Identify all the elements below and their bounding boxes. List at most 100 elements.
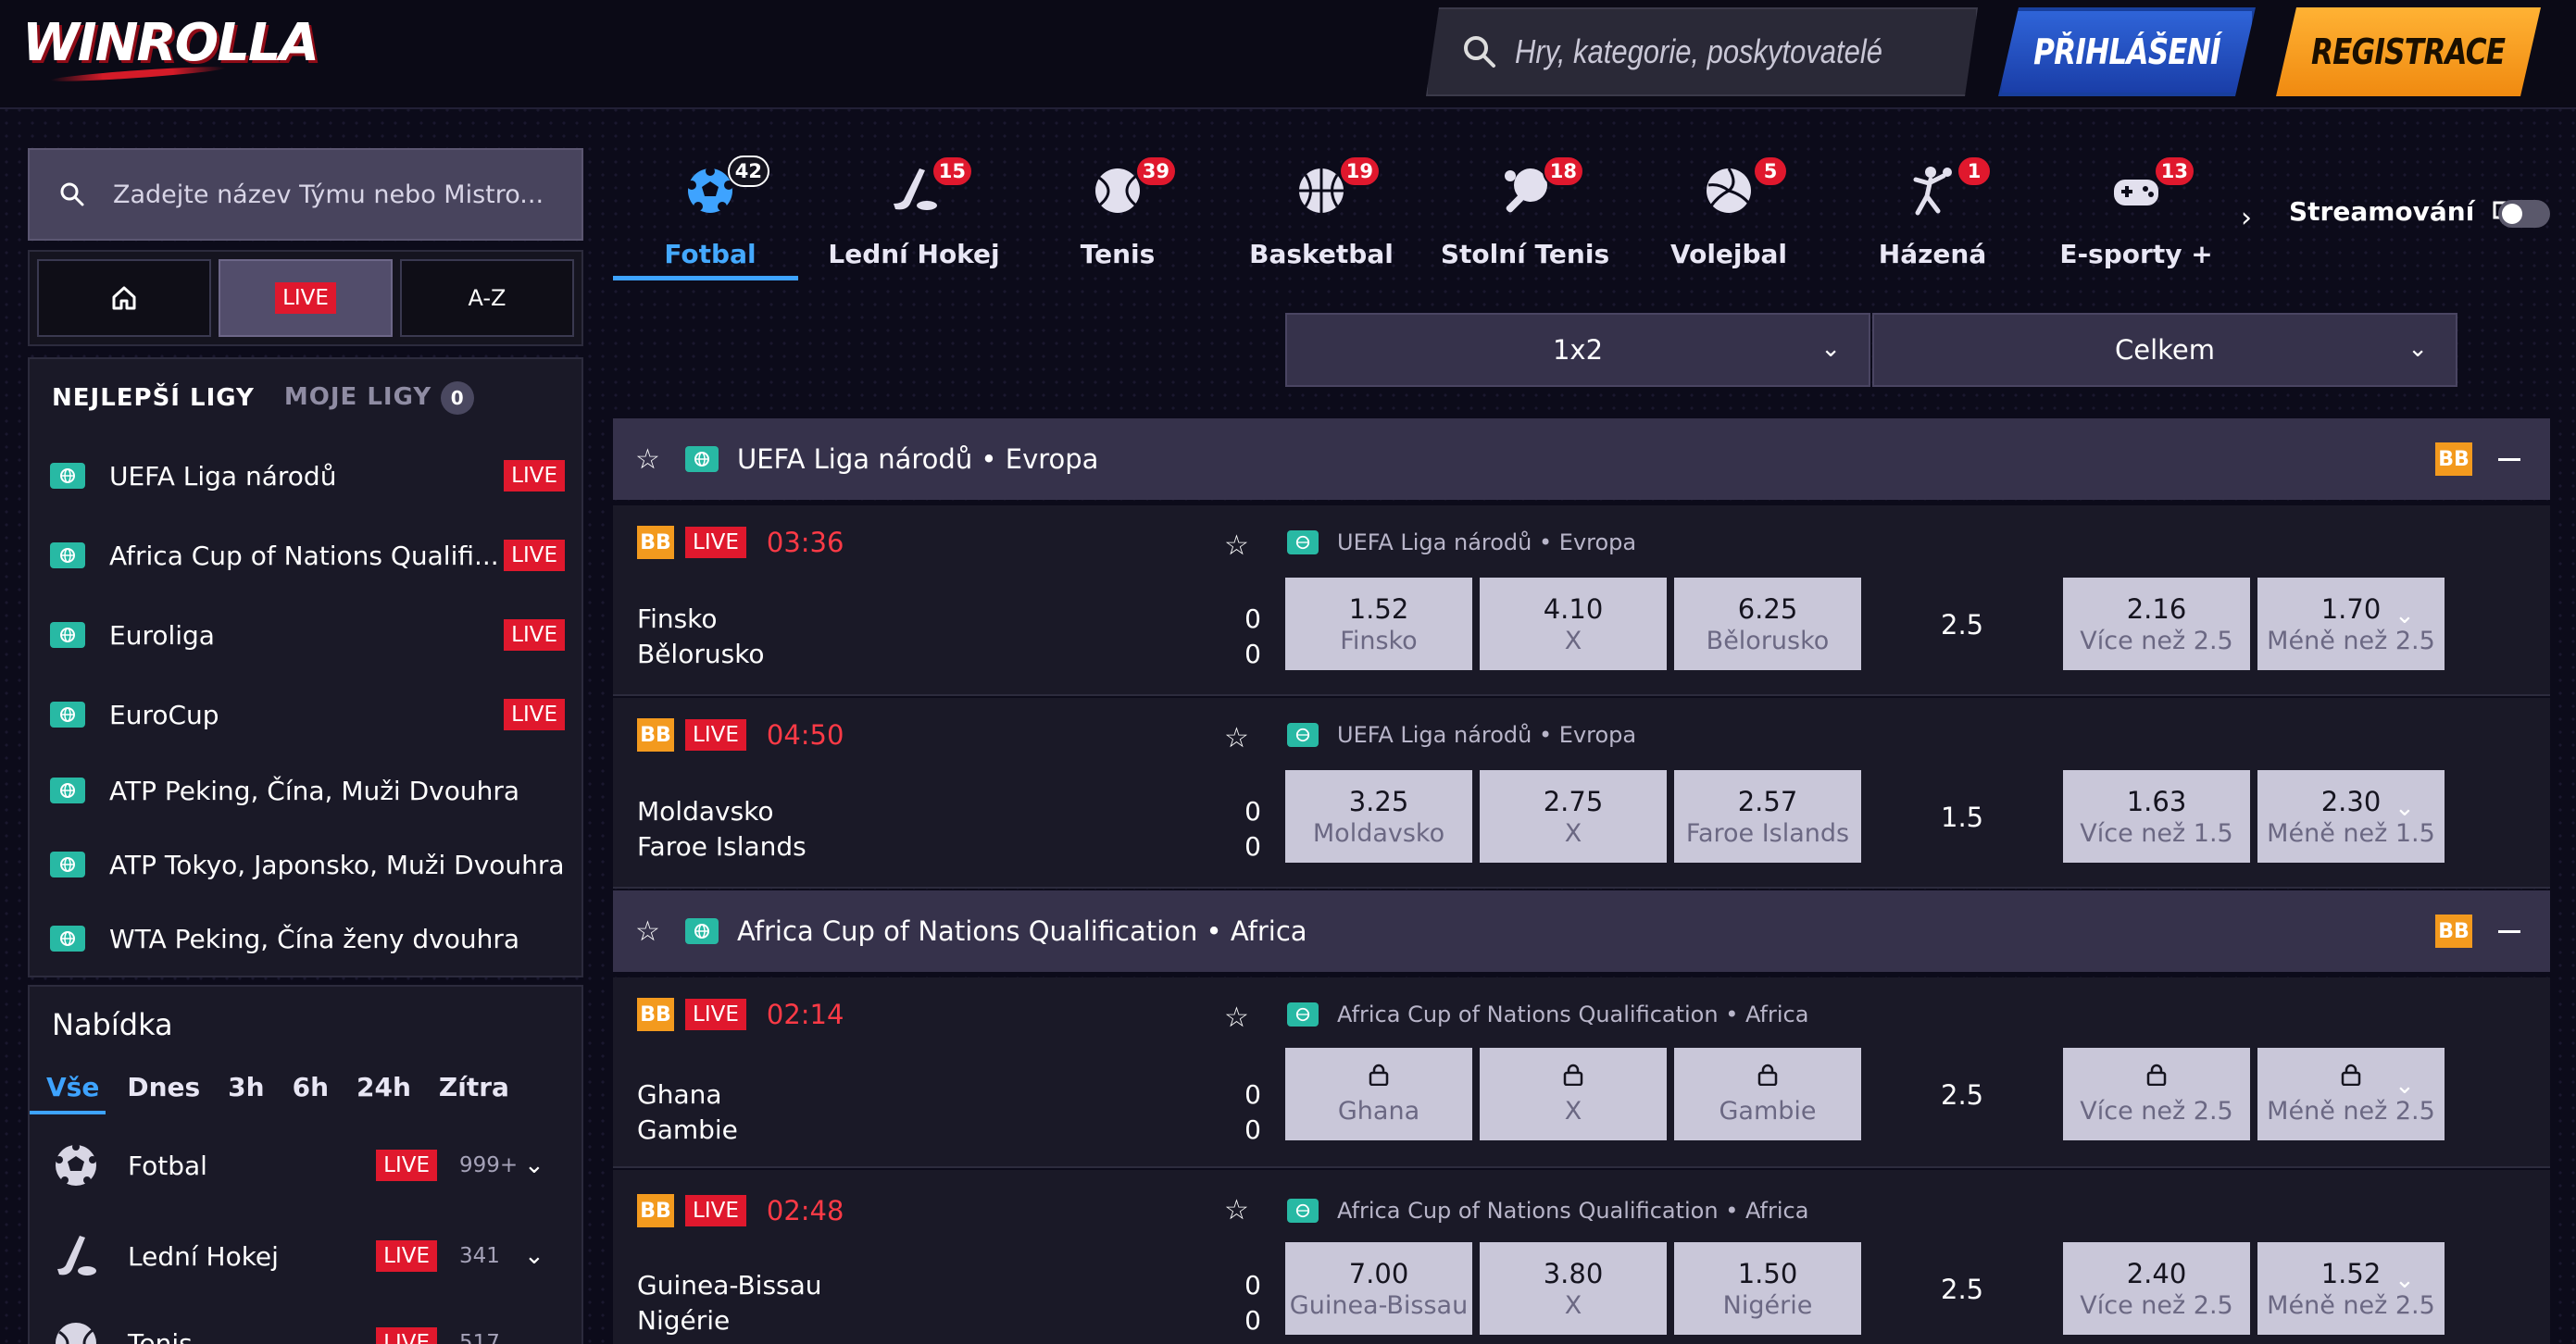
home-team[interactable]: Guinea-Bissau	[637, 1270, 822, 1300]
login-button[interactable]: PŘIHLÁŠENÍ	[1998, 7, 2256, 96]
filter-3h[interactable]: 3h	[228, 1072, 264, 1102]
sport-tab-volleyball[interactable]: 5 Volejbal	[1632, 144, 1826, 283]
star-icon[interactable]: ☆	[1224, 722, 1249, 754]
streaming-toggle[interactable]	[2498, 200, 2550, 228]
odds-button-home[interactable]: 3.25 Moldavsko	[1285, 770, 1472, 863]
away-team[interactable]: Gambie	[637, 1114, 738, 1145]
tab-my-leagues[interactable]: MOJE LIGY 0	[284, 381, 475, 415]
filter-6h[interactable]: 6h	[293, 1072, 329, 1102]
star-icon[interactable]: ☆	[635, 915, 665, 948]
odds-button-under[interactable]: 2.30 Méně než 1.5	[2257, 770, 2445, 863]
away-team[interactable]: Faroe Islands	[637, 831, 807, 862]
tab-top-leagues[interactable]: NEJLEPŠÍ LIGY	[52, 384, 255, 412]
odds-button-under-locked[interactable]: Méně než 2.5	[2257, 1048, 2445, 1140]
odds-button-draw[interactable]: 3.80 X	[1480, 1242, 1667, 1335]
odds-button-draw[interactable]: 4.10 X	[1480, 578, 1667, 670]
home-tab[interactable]	[37, 259, 211, 337]
sport-menu-item-football[interactable]: Fotbal LIVE 999+ ⌄	[30, 1124, 585, 1207]
chevron-down-icon[interactable]: ⌄	[2395, 794, 2415, 822]
home-team[interactable]: Finsko	[637, 604, 718, 634]
sport-tab-football[interactable]: 42 Fotbal	[613, 144, 807, 283]
odds-button-under[interactable]: 1.70 Méně než 2.5	[2257, 578, 2445, 670]
live-badge: LIVE	[685, 527, 746, 558]
chevron-down-icon[interactable]: ⌄	[2395, 1266, 2415, 1294]
odds-button-away-locked[interactable]: Gambie	[1674, 1048, 1861, 1140]
total-line: 2.5	[1941, 1274, 1984, 1305]
register-button[interactable]: REGISTRACE	[2276, 7, 2541, 96]
collapse-icon[interactable]	[2498, 929, 2520, 933]
odds-button-home[interactable]: 1.52 Finsko	[1285, 578, 1472, 670]
home-team[interactable]: Ghana	[637, 1079, 722, 1110]
live-tab[interactable]: LIVE	[219, 259, 393, 337]
chevron-down-icon: ⌄	[524, 1242, 544, 1270]
event-count: 999+	[459, 1153, 519, 1177]
away-team[interactable]: Nigérie	[637, 1305, 730, 1336]
odds-button-draw[interactable]: 2.75 X	[1480, 770, 1667, 863]
live-count-badge: 13	[2153, 156, 2195, 187]
globe-icon	[685, 446, 719, 472]
games-search-input[interactable]: Hry, kategorie, poskytovatelé	[1426, 7, 1978, 96]
league-header[interactable]: ☆ UEFA Liga národů • Evropa BB	[613, 418, 2550, 500]
sport-menu-item-tennis[interactable]: Tenis LIVE 517 ⌄	[30, 1301, 585, 1344]
sport-tab-esports[interactable]: 13 E-sporty +	[2039, 144, 2233, 283]
odds-button-draw-locked[interactable]: X	[1480, 1048, 1667, 1140]
sidebar-league-item[interactable]: EuroCup LIVE	[50, 687, 565, 742]
star-icon[interactable]: ☆	[1224, 1002, 1249, 1034]
sidebar-league-item[interactable]: Euroliga LIVE	[50, 607, 565, 663]
sidebar-league-item[interactable]: ATP Peking, Čína, Muži Dvouhra	[50, 763, 565, 818]
streaming-toggle-label: Streamování	[2289, 196, 2520, 227]
live-badge: LIVE	[376, 1327, 437, 1344]
odds-button-over[interactable]: 2.16 Více než 2.5	[2063, 578, 2250, 670]
away-team[interactable]: Bělorusko	[637, 639, 765, 669]
filter-all[interactable]: Vše	[46, 1072, 99, 1102]
odds-button-over-locked[interactable]: Více než 2.5	[2063, 1048, 2250, 1140]
odds-button-over[interactable]: 2.40 Více než 2.5	[2063, 1242, 2250, 1335]
sport-menu-item-hockey[interactable]: Lední Hokej LIVE 341 ⌄	[30, 1214, 585, 1298]
chevron-down-icon: ⌄	[524, 1151, 544, 1179]
live-count-badge: 39	[1134, 156, 1177, 187]
star-icon[interactable]: ☆	[1224, 1194, 1249, 1226]
sidebar-league-item[interactable]: UEFA Liga národů LIVE	[50, 448, 565, 504]
home-score: 0	[1244, 604, 1261, 634]
filter-tomorrow[interactable]: Zítra	[439, 1072, 509, 1102]
active-tab-underline	[613, 276, 798, 280]
odds-button-under[interactable]: 1.52 Méně než 2.5	[2257, 1242, 2445, 1335]
chevron-right-icon[interactable]: ›	[2241, 202, 2252, 234]
sidebar-league-item[interactable]: WTA Peking, Čína ženy dvouhra	[50, 911, 565, 966]
sport-tab-hockey[interactable]: 15 Lední Hokej	[817, 144, 1011, 283]
odds-button-away[interactable]: 2.57 Faroe Islands	[1674, 770, 1861, 863]
odds-button-away[interactable]: 1.50 Nigérie	[1674, 1242, 1861, 1335]
match-time: 02:48	[766, 1195, 844, 1226]
filter-today[interactable]: Dnes	[127, 1072, 200, 1102]
az-tab[interactable]: A-Z	[400, 259, 574, 337]
odds-button-over[interactable]: 1.63 Více než 1.5	[2063, 770, 2250, 863]
filter-24h[interactable]: 24h	[356, 1072, 411, 1102]
globe-icon	[1287, 723, 1319, 747]
globe-icon	[1287, 1199, 1319, 1223]
logo[interactable]: WINROLLA	[22, 13, 319, 96]
sport-tab-basketball[interactable]: 19 Basketbal	[1224, 144, 1419, 283]
globe-icon	[50, 542, 85, 568]
sport-tab-handball[interactable]: 1 Házená	[1835, 144, 2030, 283]
home-team[interactable]: Moldavsko	[637, 796, 774, 827]
chevron-down-icon[interactable]: ⌄	[2395, 602, 2415, 629]
chevron-down-icon[interactable]: ⌄	[2395, 1072, 2415, 1100]
collapse-icon[interactable]	[2498, 457, 2520, 461]
odds-button-home[interactable]: 7.00 Guinea-Bissau	[1285, 1242, 1472, 1335]
sidebar-league-item[interactable]: ATP Tokyo, Japonsko, Muži Dvouhra	[50, 837, 565, 892]
sport-tab-table-tennis[interactable]: 18 Stolní Tenis	[1428, 144, 1622, 283]
star-icon[interactable]: ☆	[635, 443, 665, 476]
team-search-input[interactable]: Zadejte název Týmu nebo Mistro...	[28, 148, 583, 241]
league-header[interactable]: ☆ Africa Cup of Nations Qualification • …	[613, 890, 2550, 972]
period-select[interactable]: Celkem ⌄	[1872, 313, 2457, 387]
sidebar-league-item[interactable]: Africa Cup of Nations Qualifi... LIVE	[50, 528, 565, 583]
odds-button-home-locked[interactable]: Ghana	[1285, 1048, 1472, 1140]
sport-tab-tennis[interactable]: 39 Tenis	[1020, 144, 1215, 283]
market-select[interactable]: 1x2 ⌄	[1285, 313, 1870, 387]
star-icon[interactable]: ☆	[1224, 529, 1249, 562]
event-league: UEFA Liga národů • Evropa	[1337, 529, 1637, 555]
odds-button-away[interactable]: 6.25 Bělorusko	[1674, 578, 1861, 670]
live-count-badge: 18	[1542, 156, 1584, 187]
away-score: 0	[1244, 1305, 1261, 1336]
event-row: BB LIVE 04:50 ☆ UEFA Liga národů • Evrop…	[613, 698, 2550, 889]
